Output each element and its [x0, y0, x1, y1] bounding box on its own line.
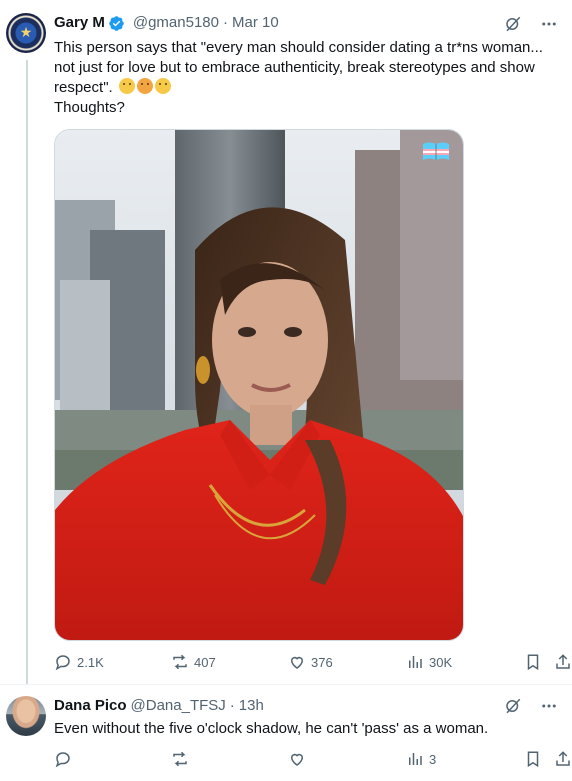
separator-dot: · — [229, 697, 235, 714]
verified-badge-icon[interactable] — [108, 15, 125, 32]
reply-button[interactable]: 2.1K — [54, 653, 104, 671]
tweet-date[interactable]: Mar 10 — [232, 13, 279, 33]
tweet-text: This person says that "every man should … — [54, 38, 559, 118]
reply-top-icons — [504, 697, 558, 715]
like-button[interactable] — [288, 750, 306, 768]
views-bar-chart-icon — [409, 753, 422, 765]
tweet-top-icons — [504, 15, 558, 33]
views-bar-chart-icon — [409, 656, 422, 668]
tweet-actions: 2.1K 407 376 30K — [54, 653, 572, 673]
reply-date[interactable]: 13h — [239, 696, 264, 716]
tweet-text-line: This person says that "every man should … — [54, 39, 543, 56]
separator-dot: · — [222, 14, 228, 31]
thinking-face-emoji-icon — [118, 78, 135, 94]
reply-icon — [55, 752, 70, 768]
repost-button[interactable] — [171, 750, 189, 768]
share-icon — [556, 654, 570, 669]
tweet-media-image[interactable] — [54, 129, 464, 641]
reply-actions: 3 — [54, 750, 572, 770]
share-button[interactable] — [554, 653, 572, 671]
reply-author-avatar[interactable] — [6, 696, 46, 736]
confused-face-emoji-icon — [154, 78, 171, 94]
main-tweet[interactable]: ★ Gary M @gman5180 · Mar 10 This person … — [0, 0, 572, 684]
author-handle[interactable]: @gman5180 — [133, 13, 219, 33]
reply-count: 2.1K — [77, 654, 104, 670]
grok-icon[interactable] — [504, 697, 522, 715]
tweet-text-line-3: respect". — [54, 78, 559, 98]
grok-icon[interactable] — [504, 15, 522, 33]
face-with-hand-over-mouth-emoji-icon — [136, 78, 153, 94]
tweet-text-line: Thoughts? — [54, 99, 125, 116]
views-count: 30K — [429, 654, 453, 670]
reply-author-name[interactable]: Dana Pico — [54, 696, 127, 716]
reply-text: Even without the five o'clock shadow, he… — [54, 720, 489, 737]
bookmark-icon — [527, 654, 539, 671]
tweet-text-fragment: respect". — [54, 79, 113, 96]
views-button[interactable]: 3 — [406, 750, 436, 768]
author-avatar[interactable]: ★ — [6, 13, 46, 53]
bookmark-button[interactable] — [524, 653, 542, 671]
share-icon — [556, 751, 570, 766]
reply-header: Dana Pico @Dana_TFSJ · 13h — [54, 696, 264, 716]
reply-author-handle[interactable]: @Dana_TFSJ — [131, 696, 226, 716]
more-options-icon[interactable] — [540, 697, 558, 715]
heart-icon — [290, 656, 304, 669]
reply-button[interactable] — [54, 750, 72, 768]
reply-icon — [55, 655, 70, 671]
share-button[interactable] — [554, 750, 572, 768]
bookmark-button[interactable] — [524, 750, 542, 768]
transgender-flag-book-emoji-icon — [421, 140, 451, 164]
repost-icon — [173, 751, 187, 767]
repost-button[interactable]: 407 — [171, 653, 216, 671]
views-button[interactable]: 30K — [406, 653, 452, 671]
views-count: 3 — [429, 751, 437, 767]
like-button[interactable]: 376 — [288, 653, 333, 671]
repost-icon — [173, 654, 187, 670]
author-name[interactable]: Gary M — [54, 13, 105, 33]
reply-tweet[interactable]: Dana Pico @Dana_TFSJ · 13h Even without … — [0, 684, 572, 781]
like-count: 376 — [311, 654, 333, 670]
tweet-text-line: not just for love but to embrace authent… — [54, 59, 535, 76]
repost-count: 407 — [194, 654, 216, 670]
tweet-header: Gary M @gman5180 · Mar 10 — [54, 13, 279, 33]
seal-star-icon: ★ — [19, 24, 33, 40]
more-options-icon[interactable] — [540, 15, 558, 33]
heart-icon — [290, 753, 304, 766]
bookmark-icon — [527, 751, 539, 768]
